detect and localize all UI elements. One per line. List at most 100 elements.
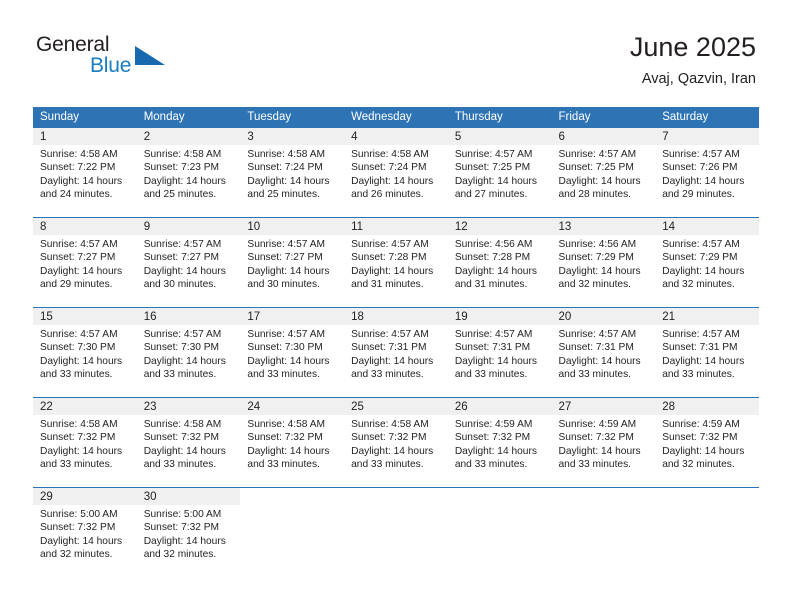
daylight-duration-line1: Daylight: 14 hours (351, 445, 434, 457)
daylight-duration-line2: and 33 minutes. (247, 369, 320, 381)
day-cell[interactable]: 16 Sunrise: 4:57 AM Sunset: 7:30 PM Dayligh… (136, 307, 241, 398)
calendar-header-row: Sunday Monday Tuesday Wednesday Thursday… (33, 107, 759, 128)
day-cell[interactable]: 26 Sunrise: 4:59 AM Sunset: 7:32 PM Dayligh… (447, 397, 552, 488)
sunrise-time: Sunrise: 4:57 AM (40, 239, 118, 250)
day-cell[interactable]: 30 Sunrise: 5:00 AM Sunset: 7:32 PM Dayligh… (136, 487, 241, 577)
day-details: Sunrise: 4:58 AM Sunset: 7:32 PM Daylight:… (33, 415, 137, 472)
sunset-time: Sunset: 7:30 PM (40, 342, 116, 354)
weekday-header-tuesday: Tuesday (240, 107, 345, 128)
day-number: 9 (136, 218, 241, 235)
day-details: Sunrise: 4:57 AM Sunset: 7:29 PM Daylight:… (655, 235, 759, 292)
day-cell[interactable]: 13 Sunrise: 4:56 AM Sunset: 7:29 PM Dayligh… (551, 217, 656, 308)
sunset-time: Sunset: 7:31 PM (558, 342, 634, 354)
day-cell[interactable]: 9 Sunrise: 4:57 AM Sunset: 7:27 PM Daylight… (136, 217, 241, 308)
day-details: Sunrise: 4:58 AM Sunset: 7:22 PM Daylight:… (33, 145, 137, 202)
day-cell[interactable]: 20 Sunrise: 4:57 AM Sunset: 7:31 PM Dayligh… (551, 307, 656, 398)
triangle-logo-icon (135, 46, 165, 65)
daylight-duration-line2: and 33 minutes. (558, 369, 632, 381)
day-cell-empty (551, 487, 656, 577)
day-cell[interactable]: 3 Sunrise: 4:58 AM Sunset: 7:24 PM Daylight… (240, 128, 345, 218)
day-cell[interactable]: 11 Sunrise: 4:57 AM Sunset: 7:28 PM Dayligh… (344, 217, 448, 308)
sunrise-time: Sunrise: 4:58 AM (143, 419, 222, 430)
day-details: Sunrise: 4:57 AM Sunset: 7:27 PM Daylight:… (137, 235, 241, 292)
day-cell[interactable]: 2 Sunrise: 4:58 AM Sunset: 7:23 PM Daylight… (136, 128, 241, 218)
day-cell[interactable]: 10 Sunrise: 4:57 AM Sunset: 7:27 PM Dayligh… (240, 217, 345, 308)
day-cell[interactable]: 25 Sunrise: 4:58 AM Sunset: 7:32 PM Dayligh… (344, 397, 448, 488)
calendar-week-row: 1 Sunrise: 4:58 AM Sunset: 7:22 PM Daylight… (33, 128, 759, 218)
daylight-duration-line1: Daylight: 14 hours (351, 355, 434, 367)
calendar-week-row: 22 Sunrise: 4:58 AM Sunset: 7:32 PM Dayligh… (33, 397, 759, 488)
daylight-duration-line2: and 31 minutes. (454, 279, 528, 291)
day-number: 18 (344, 308, 448, 325)
day-cell[interactable]: 22 Sunrise: 4:58 AM Sunset: 7:32 PM Dayligh… (33, 397, 137, 488)
sunrise-time: Sunrise: 4:57 AM (558, 329, 637, 340)
day-cell[interactable]: 8 Sunrise: 4:57 AM Sunset: 7:27 PM Daylight… (33, 217, 137, 308)
day-number: 28 (655, 398, 759, 415)
sunset-time: Sunset: 7:27 PM (40, 252, 116, 264)
daylight-duration-line2: and 33 minutes. (143, 459, 217, 471)
sunset-time: Sunset: 7:32 PM (454, 432, 531, 444)
day-details: Sunrise: 4:57 AM Sunset: 7:28 PM Daylight:… (344, 235, 448, 292)
sunset-time: Sunset: 7:28 PM (454, 252, 531, 264)
day-cell[interactable]: 27 Sunrise: 4:59 AM Sunset: 7:32 PM Dayligh… (551, 397, 656, 488)
day-cell[interactable]: 29 Sunrise: 5:00 AM Sunset: 7:32 PM Dayligh… (33, 487, 137, 577)
day-cell[interactable]: 4 Sunrise: 4:58 AM Sunset: 7:24 PM Daylight… (344, 128, 448, 218)
daylight-duration-line2: and 33 minutes. (351, 369, 424, 381)
day-cell-empty (447, 487, 552, 577)
sunrise-time: Sunrise: 4:58 AM (247, 419, 325, 430)
day-cell[interactable]: 19 Sunrise: 4:57 AM Sunset: 7:31 PM Dayligh… (447, 307, 552, 398)
daylight-duration-line1: Daylight: 14 hours (143, 175, 226, 187)
day-cell[interactable]: 15 Sunrise: 4:57 AM Sunset: 7:30 PM Dayligh… (33, 307, 137, 398)
sunset-time: Sunset: 7:28 PM (351, 252, 427, 264)
sunrise-time: Sunrise: 4:57 AM (143, 329, 222, 340)
day-number: 16 (136, 308, 241, 325)
day-cell[interactable]: 24 Sunrise: 4:58 AM Sunset: 7:32 PM Dayligh… (240, 397, 345, 488)
day-cell[interactable]: 14 Sunrise: 4:57 AM Sunset: 7:29 PM Dayligh… (655, 217, 759, 308)
day-cell[interactable]: 23 Sunrise: 4:58 AM Sunset: 7:32 PM Dayligh… (136, 397, 241, 488)
daylight-duration-line1: Daylight: 14 hours (247, 355, 330, 367)
day-cell[interactable]: 28 Sunrise: 4:59 AM Sunset: 7:32 PM Dayligh… (655, 397, 759, 488)
sunset-time: Sunset: 7:27 PM (247, 252, 323, 264)
day-cell[interactable]: 5 Sunrise: 4:57 AM Sunset: 7:25 PM Daylight… (447, 128, 552, 218)
calendar-week-row: 8 Sunrise: 4:57 AM Sunset: 7:27 PM Daylight… (33, 217, 759, 308)
sunrise-time: Sunrise: 5:00 AM (40, 509, 118, 520)
location-subtitle: Avaj, Qazvin, Iran (641, 71, 756, 87)
day-cell[interactable]: 6 Sunrise: 4:57 AM Sunset: 7:25 PM Daylight… (551, 128, 656, 218)
sunrise-time: Sunrise: 4:58 AM (143, 149, 222, 160)
day-cell[interactable]: 12 Sunrise: 4:56 AM Sunset: 7:28 PM Dayligh… (447, 217, 552, 308)
daylight-duration-line2: and 32 minutes. (662, 279, 735, 291)
daylight-duration-line2: and 33 minutes. (143, 369, 217, 381)
day-cell[interactable]: 18 Sunrise: 4:57 AM Sunset: 7:31 PM Dayligh… (344, 307, 448, 398)
daylight-duration-line1: Daylight: 14 hours (558, 265, 641, 277)
daylight-duration-line1: Daylight: 14 hours (558, 355, 641, 367)
sunset-time: Sunset: 7:29 PM (558, 252, 634, 264)
day-cell[interactable]: 17 Sunrise: 4:57 AM Sunset: 7:30 PM Dayligh… (240, 307, 345, 398)
daylight-duration-line1: Daylight: 14 hours (662, 265, 745, 277)
day-cell[interactable]: 21 Sunrise: 4:57 AM Sunset: 7:31 PM Dayligh… (655, 307, 759, 398)
brand-logo[interactable]: General Blue (36, 33, 176, 81)
daylight-duration-line2: and 29 minutes. (40, 279, 113, 291)
day-details: Sunrise: 4:58 AM Sunset: 7:32 PM Daylight:… (344, 415, 448, 472)
day-details: Sunrise: 4:59 AM Sunset: 7:32 PM Daylight:… (552, 415, 656, 472)
sunrise-time: Sunrise: 4:57 AM (454, 329, 533, 340)
day-cell[interactable]: 7 Sunrise: 4:57 AM Sunset: 7:26 PM Daylight… (655, 128, 759, 218)
daylight-duration-line2: and 33 minutes. (40, 459, 113, 471)
sunset-time: Sunset: 7:32 PM (351, 432, 427, 444)
day-cell-empty (240, 487, 345, 577)
day-details: Sunrise: 4:59 AM Sunset: 7:32 PM Daylight:… (655, 415, 759, 472)
day-number: 10 (240, 218, 345, 235)
daylight-duration-line2: and 29 minutes. (662, 189, 735, 201)
day-details: Sunrise: 4:58 AM Sunset: 7:23 PM Daylight:… (137, 145, 241, 202)
daylight-duration-line2: and 32 minutes. (558, 279, 632, 291)
sunset-time: Sunset: 7:32 PM (40, 432, 116, 444)
day-details: Sunrise: 4:58 AM Sunset: 7:32 PM Daylight:… (137, 415, 241, 472)
daylight-duration-line2: and 33 minutes. (351, 459, 424, 471)
sunrise-time: Sunrise: 4:57 AM (247, 329, 325, 340)
sunrise-time: Sunrise: 4:58 AM (40, 149, 118, 160)
day-number: 4 (344, 128, 448, 145)
sunrise-time: Sunrise: 4:57 AM (662, 329, 740, 340)
day-number: 30 (136, 488, 241, 505)
day-cell-empty (344, 487, 448, 577)
daylight-duration-line2: and 31 minutes. (351, 279, 424, 291)
day-cell[interactable]: 1 Sunrise: 4:58 AM Sunset: 7:22 PM Daylight… (33, 128, 137, 218)
